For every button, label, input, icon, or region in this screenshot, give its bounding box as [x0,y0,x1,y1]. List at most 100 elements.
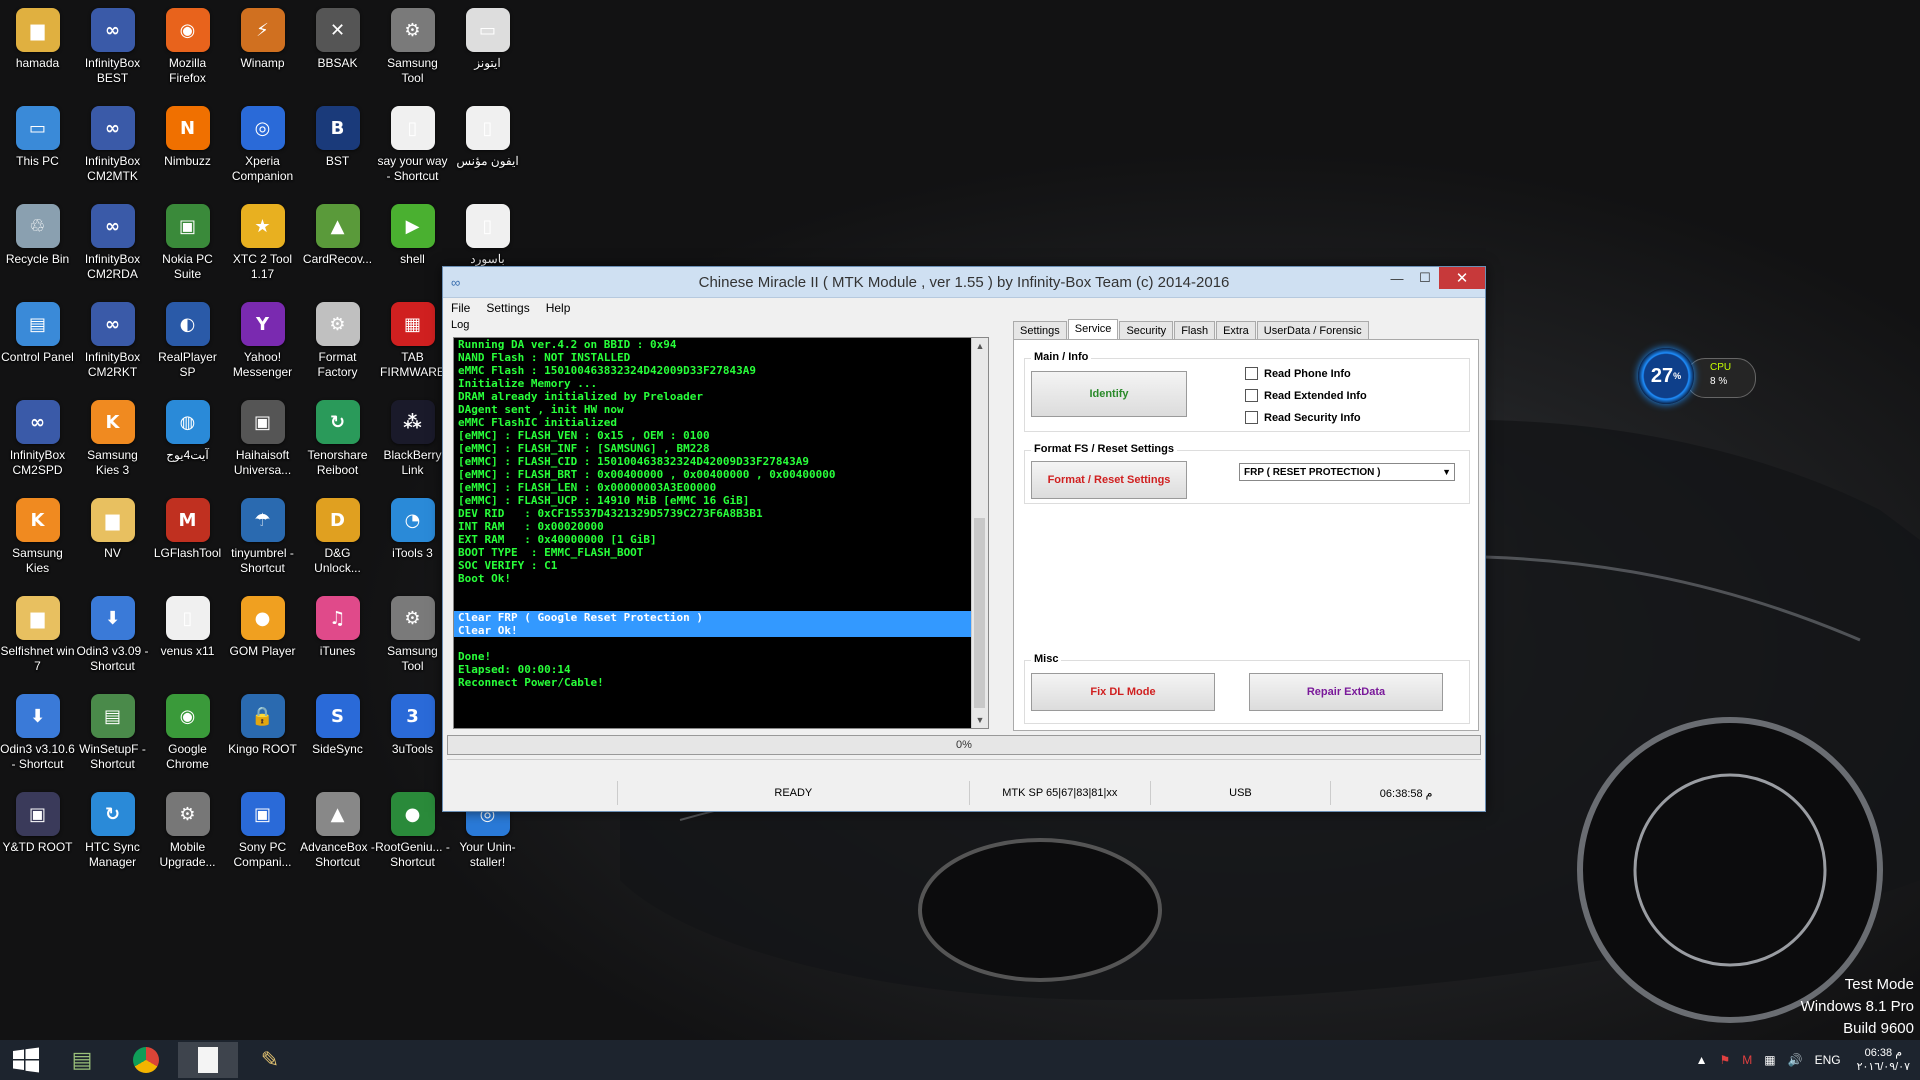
desktop-icon[interactable]: ♲ Recycle Bin [0,198,75,294]
flag-icon[interactable]: ⚑ [1720,1053,1731,1067]
cpu-value: 8 % [1710,376,1728,387]
desktop-icon[interactable]: ★ XTC 2 Tool 1.17 [225,198,300,294]
desktop-icon[interactable]: ▤ Control Panel [0,296,75,392]
log-scrollbar[interactable]: ▲ ▼ [971,338,988,728]
desktop-icon-label: RootGeniu... - Shortcut [375,840,450,869]
desktop-icon[interactable]: ∞ InfinityBox CM2RDA [75,198,150,294]
taskbar-app-tool[interactable]: ▤ [52,1042,112,1078]
desktop-icon[interactable]: ⚙ Samsung Tool [375,590,450,686]
desktop-icon[interactable]: ▲ AdvanceBox - Shortcut [300,786,375,882]
desktop-icon[interactable]: ↻ HTC Sync Manager [75,786,150,882]
log-line: eMMC FlashIC initialized [458,416,617,429]
desktop-icon[interactable]: 🔒 Kingo ROOT [225,688,300,784]
taskbar-cm2[interactable] [178,1042,238,1078]
desktop-icon[interactable]: ▤ WinSetupF - Shortcut [75,688,150,784]
volume-icon[interactable]: 🔊 [1788,1053,1803,1067]
format-reset-button[interactable]: Format / Reset Settings [1031,461,1187,499]
title-bar[interactable]: ∞ Chinese Miracle II ( MTK Module , ver … [443,267,1485,298]
desktop-icon[interactable]: ◉ Mozilla Firefox [150,2,225,98]
identify-button[interactable]: Identify [1031,371,1187,417]
repair-extdata-button[interactable]: Repair ExtData [1249,673,1443,711]
desktop-icon[interactable]: ● GOM Player [225,590,300,686]
network-icon[interactable]: ▦ [1764,1053,1775,1067]
tab-service[interactable]: Service [1067,319,1119,340]
desktop-icon[interactable]: ♫ iTunes [300,590,375,686]
desktop-icon[interactable]: ▯ ايفون مؤنس [450,100,525,196]
desktop-icon[interactable]: M LGFlashTool [150,492,225,588]
menu-file[interactable]: File [443,301,478,315]
desktop-icon[interactable]: K Samsung Kies [0,492,75,588]
tab-settings[interactable]: Settings [1013,321,1067,340]
tray-clock[interactable]: 06:38 م ٢٠١٦/٠٩/٠٧ [1857,1046,1910,1074]
tray-expand-icon[interactable]: ▲ [1696,1053,1708,1067]
desktop-icon[interactable]: D D&G Unlock... [300,492,375,588]
desktop-icon[interactable]: ▭ This PC [0,100,75,196]
close-button[interactable]: ✕ [1439,267,1485,289]
desktop-icon[interactable]: ▣ Haihaisoft Universa... [225,394,300,490]
desktop-icon[interactable]: ⚙ Format Factory [300,296,375,392]
desktop-icon[interactable]: ● RootGeniu... - Shortcut [375,786,450,882]
desktop-icon[interactable]: ∞ InfinityBox CM2RKT [75,296,150,392]
desktop-icon[interactable]: 3 3uTools [375,688,450,784]
desktop-icon[interactable]: ▶ shell [375,198,450,294]
desktop-icon[interactable]: ⚙ Samsung Tool [375,2,450,98]
desktop-icon-label: آيت4يوج [166,448,209,462]
desktop-icon[interactable]: ∞ InfinityBox BEST [75,2,150,98]
tab-userdata-forensic[interactable]: UserData / Forensic [1256,321,1369,340]
taskbar-paint[interactable]: ✎ [240,1042,300,1078]
desktop-icon[interactable]: ⁂ BlackBerry Link [375,394,450,490]
maximize-button[interactable]: ☐ [1411,267,1439,289]
desktop-icon[interactable]: N Nimbuzz [150,100,225,196]
language-indicator[interactable]: ENG [1815,1053,1841,1067]
desktop-icon[interactable]: ∞ InfinityBox CM2SPD [0,394,75,490]
desktop-icon[interactable]: ⚡ Winamp [225,2,300,98]
scroll-up-icon[interactable]: ▲ [972,338,988,354]
read-extended-info-checkbox[interactable]: Read Extended Info [1245,389,1367,402]
desktop-icon[interactable]: ⬇ Odin3 v3.09 - Shortcut [75,590,150,686]
desktop-icon[interactable]: ▦ TAB FIRMWARE [375,296,450,392]
scroll-down-icon[interactable]: ▼ [972,712,988,728]
desktop-icon[interactable]: ◉ Google Chrome [150,688,225,784]
desktop-icon[interactable]: B BST [300,100,375,196]
checkbox-box [1245,367,1258,380]
scroll-thumb[interactable] [974,518,985,708]
desktop-icon[interactable]: K Samsung Kies 3 [75,394,150,490]
desktop-icon[interactable]: ▆ hamada [0,2,75,98]
desktop-icon[interactable]: ▣ Y&TD ROOT [0,786,75,882]
desktop-icon[interactable]: ▲ CardRecov... [300,198,375,294]
desktop-icon[interactable]: S SideSync [300,688,375,784]
log-output[interactable]: Running DA ver.4.2 on BBID : 0x94 NAND Fl… [453,337,989,729]
menu-help[interactable]: Help [538,301,579,315]
desktop-icon[interactable]: Y Yahoo! Messenger [225,296,300,392]
read-phone-info-checkbox[interactable]: Read Phone Info [1245,367,1351,380]
desktop-icon[interactable]: ▆ Selfishnet win 7 [0,590,75,686]
desktop-icon-image: ▆ [15,596,60,640]
start-button[interactable] [8,1040,44,1080]
desktop-icon[interactable]: ▭ ايتونز [450,2,525,98]
desktop-icon[interactable]: ◍ آيت4يوج [150,394,225,490]
tab-extra[interactable]: Extra [1216,321,1256,340]
minimize-button[interactable]: — [1383,267,1411,289]
desktop-icon[interactable]: ▆ NV [75,492,150,588]
desktop-icon[interactable]: ▣ Sony PC Compani... [225,786,300,882]
tab-flash[interactable]: Flash [1174,321,1216,340]
desktop-icon[interactable]: ▯ say your way - Shortcut [375,100,450,196]
read-security-info-checkbox[interactable]: Read Security Info [1245,411,1361,424]
desktop-icon[interactable]: ⬇ Odin3 v3.10.6 - Shortcut [0,688,75,784]
desktop-icon[interactable]: ▣ Nokia PC Suite [150,198,225,294]
taskbar-chrome[interactable] [116,1042,176,1078]
mail-icon[interactable]: M [1742,1053,1752,1067]
desktop-icon[interactable]: ↻ Tenorshare Reiboot [300,394,375,490]
desktop-icon[interactable]: ∞ InfinityBox CM2MTK [75,100,150,196]
desktop-icon[interactable]: ▯ venus x11 [150,590,225,686]
desktop-icon[interactable]: ⚙ Mobile Upgrade... [150,786,225,882]
reset-type-select[interactable]: FRP ( RESET PROTECTION ) ▼ [1239,463,1455,481]
desktop-icon[interactable]: ◎ Xperia Companion [225,100,300,196]
fix-dl-mode-button[interactable]: Fix DL Mode [1031,673,1215,711]
tab-security[interactable]: Security [1119,321,1174,340]
desktop-icon[interactable]: ◐ RealPlayer SP [150,296,225,392]
desktop-icon[interactable]: ◔ iTools 3 [375,492,450,588]
desktop-icon[interactable]: ☂ tinyumbrel - Shortcut [225,492,300,588]
menu-settings[interactable]: Settings [478,301,537,315]
desktop-icon[interactable]: ✕ BBSAK [300,2,375,98]
